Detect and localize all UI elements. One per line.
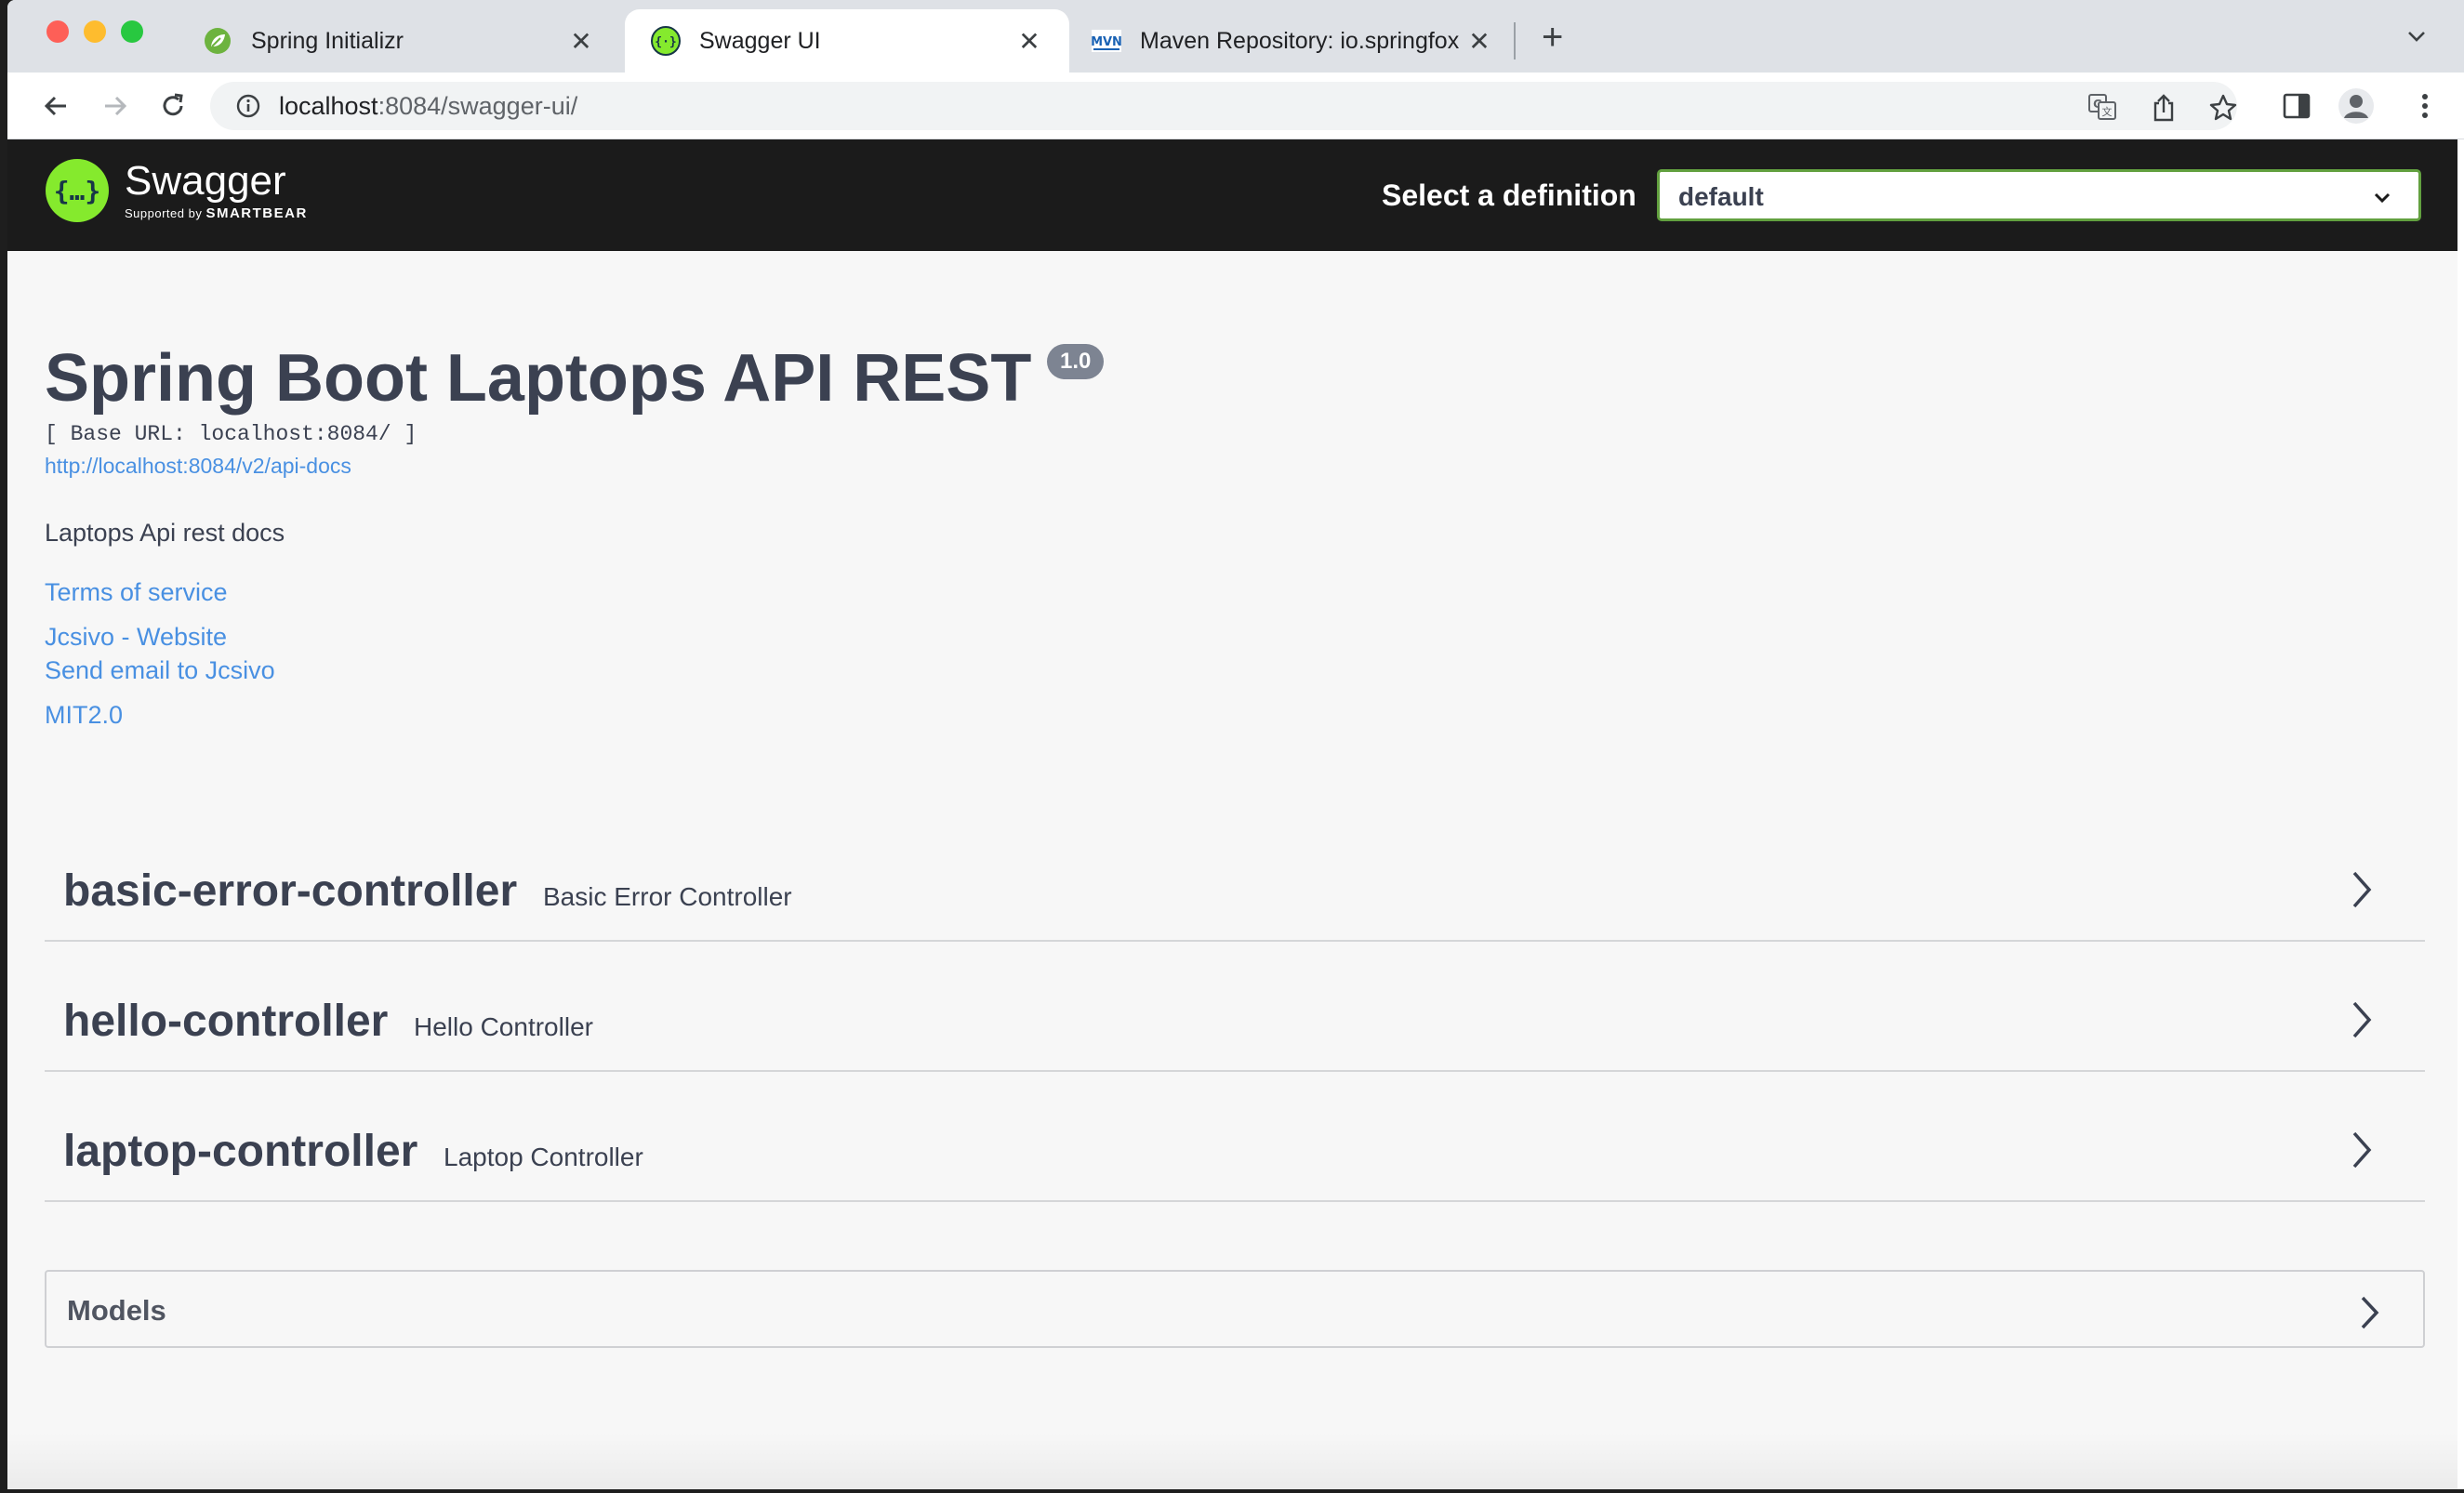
tab-close-icon[interactable]: ✕ bbox=[1015, 26, 1043, 57]
controller-description: Laptop Controller bbox=[444, 1143, 643, 1171]
swagger-brand-name: Swagger bbox=[125, 157, 286, 204]
controller-name: laptop-controller bbox=[63, 1127, 418, 1176]
website-link[interactable]: Jcsivo - Website bbox=[45, 623, 227, 652]
window-close-button[interactable] bbox=[46, 20, 69, 43]
svg-text:{·}: {·} bbox=[655, 35, 676, 49]
chevron-down-icon bbox=[2370, 185, 2394, 214]
address-bar[interactable]: localhost:8084/swagger-ui/ G文 bbox=[210, 82, 2237, 130]
models-section[interactable]: Models bbox=[45, 1270, 2425, 1348]
tab-title: Swagger UI bbox=[699, 27, 821, 54]
url-text: localhost:8084/swagger-ui/ bbox=[279, 92, 577, 121]
api-docs-link[interactable]: http://localhost:8084/v2/api-docs bbox=[45, 454, 351, 479]
share-icon[interactable] bbox=[2152, 94, 2176, 126]
controller-name: basic-error-controller bbox=[63, 866, 518, 916]
base-url: [ Base URL: localhost:8084/ ] bbox=[45, 422, 417, 446]
supported-by-text: Supported by bbox=[125, 205, 203, 220]
tab-swagger-ui[interactable]: {·} Swagger UI ✕ bbox=[625, 9, 1069, 73]
swagger-topbar: {…} Swagger Supported by SMARTBEAR Selec… bbox=[7, 139, 2457, 251]
tab-maven-repository[interactable]: MVN Maven Repository: io.springfox ✕ bbox=[1092, 9, 1519, 73]
tab-title: Spring Initializr bbox=[251, 27, 404, 54]
site-info-icon[interactable] bbox=[236, 94, 260, 123]
profile-avatar-icon[interactable] bbox=[2338, 87, 2375, 125]
forward-arrow-icon[interactable] bbox=[97, 87, 134, 125]
api-title: Spring Boot Laptops API REST bbox=[45, 341, 1032, 416]
terms-of-service-link[interactable]: Terms of service bbox=[45, 578, 228, 607]
bookmark-star-icon[interactable] bbox=[2209, 94, 2237, 126]
tab-separator bbox=[1514, 22, 1516, 59]
tab-spring-initializr[interactable]: Spring Initializr ✕ bbox=[203, 9, 621, 73]
swagger-logo-icon: {…} bbox=[46, 159, 109, 222]
models-label: Models bbox=[67, 1294, 166, 1327]
window-right-edge bbox=[2457, 139, 2464, 1489]
browser-window: Spring Initializr ✕ {·} Swagger UI ✕ MVN… bbox=[7, 0, 2464, 1489]
svg-text:MVN: MVN bbox=[1092, 35, 1121, 49]
side-panel-icon[interactable] bbox=[2278, 87, 2315, 125]
browser-menu-icon[interactable] bbox=[2406, 87, 2444, 125]
chevron-right-icon[interactable] bbox=[2349, 999, 2375, 1045]
tab-close-icon[interactable]: ✕ bbox=[567, 26, 595, 57]
tab-title: Maven Repository: io.springfox bbox=[1140, 27, 1460, 54]
controller-section-basic-error[interactable]: basic-error-controller Basic Error Contr… bbox=[45, 812, 2425, 942]
mvn-icon: MVN bbox=[1092, 26, 1121, 56]
new-tab-button[interactable]: + bbox=[1542, 19, 1563, 56]
swagger-brand-sub: Supported by SMARTBEAR bbox=[125, 205, 308, 221]
page-bottom-fade bbox=[7, 1434, 2464, 1489]
url-host: localhost bbox=[279, 92, 378, 120]
definition-select[interactable]: default bbox=[1657, 169, 2421, 221]
window-maximize-button[interactable] bbox=[121, 20, 143, 43]
controller-description: Basic Error Controller bbox=[543, 882, 792, 911]
tab-search-icon[interactable] bbox=[2404, 24, 2429, 53]
translate-icon[interactable]: G文 bbox=[2088, 94, 2116, 125]
reload-icon[interactable] bbox=[154, 87, 192, 125]
api-description: Laptops Api rest docs bbox=[45, 519, 285, 547]
swagger-logo[interactable]: {…} Swagger Supported by SMARTBEAR bbox=[45, 158, 308, 223]
spring-leaf-icon bbox=[203, 26, 232, 56]
window-minimize-button[interactable] bbox=[84, 20, 106, 43]
url-path: :8084/swagger-ui/ bbox=[378, 92, 578, 120]
svg-text:文: 文 bbox=[2102, 105, 2113, 118]
swagger-brand: Swagger Supported by SMARTBEAR bbox=[125, 157, 308, 221]
controller-name: hello-controller bbox=[63, 997, 389, 1046]
email-link[interactable]: Send email to Jcsivo bbox=[45, 656, 275, 685]
smartbear-text: SMARTBEAR bbox=[205, 205, 308, 221]
license-link[interactable]: MIT2.0 bbox=[45, 701, 123, 730]
controller-section-hello[interactable]: hello-controller Hello Controller bbox=[45, 942, 2425, 1072]
chevron-right-icon[interactable] bbox=[2349, 869, 2375, 915]
controller-section-laptop[interactable]: laptop-controller Laptop Controller bbox=[45, 1072, 2425, 1202]
version-badge: 1.0 bbox=[1047, 344, 1105, 379]
back-arrow-icon[interactable] bbox=[37, 87, 74, 125]
swagger-icon: {·} bbox=[651, 26, 681, 56]
browser-toolbar: localhost:8084/swagger-ui/ G文 bbox=[7, 73, 2464, 139]
definition-label: Select a definition bbox=[1382, 178, 1636, 212]
svg-text:{…}: {…} bbox=[54, 176, 101, 206]
controller-description: Hello Controller bbox=[414, 1012, 593, 1041]
chevron-right-icon[interactable] bbox=[2349, 1130, 2375, 1175]
chevron-right-icon[interactable] bbox=[2358, 1294, 2382, 1336]
tab-close-icon[interactable]: ✕ bbox=[1465, 26, 1493, 57]
tab-strip: Spring Initializr ✕ {·} Swagger UI ✕ MVN… bbox=[7, 0, 2464, 73]
definition-selected-value: default bbox=[1678, 182, 1764, 211]
